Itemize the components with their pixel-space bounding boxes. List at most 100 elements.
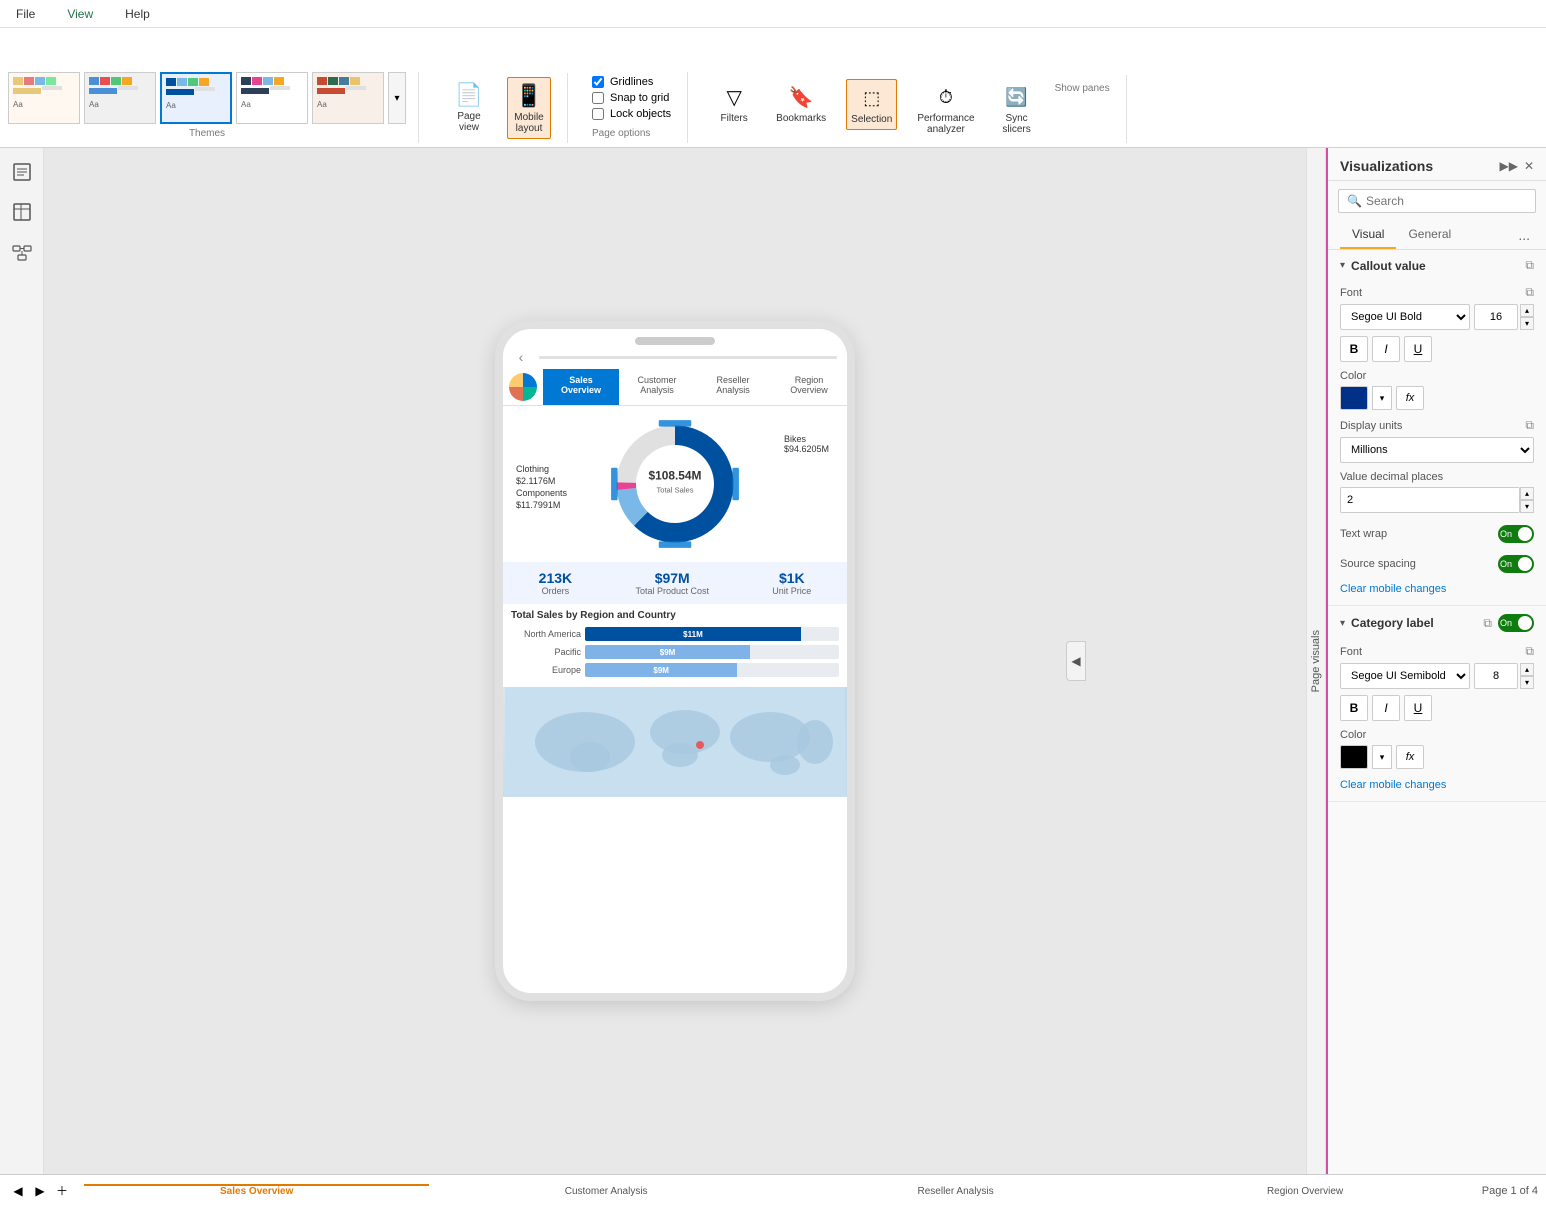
bold-btn-2[interactable]: B [1340,695,1368,721]
gridlines-checkbox[interactable]: Gridlines [592,76,671,88]
bottom-tab-bar: ◀ ▶ ＋ Sales Overview Customer Analysis R… [0,1174,1546,1206]
font-copy-icon-2[interactable]: ⧉ [1525,644,1534,659]
nav-tab-sales[interactable]: SalesOverview [543,369,619,405]
color-swatch-1[interactable] [1340,386,1368,410]
page-view-btn[interactable]: 📄 Page view [447,77,491,137]
italic-btn-2[interactable]: I [1372,695,1400,721]
sidebar-model-icon[interactable] [6,236,38,268]
color-swatch-2[interactable] [1340,745,1368,769]
map-area [503,687,847,797]
fx-btn-2[interactable]: fx [1396,745,1424,769]
performance-btn[interactable]: ⏱ Performance analyzer [913,79,978,139]
color-dropdown-1[interactable]: ▾ [1372,386,1392,410]
search-input[interactable] [1366,194,1527,208]
category-label-toggle[interactable]: On [1498,614,1534,632]
bottom-tab-region[interactable]: Region Overview [1132,1184,1477,1197]
bar-value-eur: $9M [653,666,669,675]
font-family-select-2[interactable]: Segoe UI Semibold [1340,663,1470,689]
category-copy-icon[interactable]: ⧉ [1483,616,1492,631]
sidebar-report-icon[interactable] [6,156,38,188]
menu-file[interactable]: File [8,3,43,25]
lock-objects-checkbox[interactable]: Lock objects [592,108,671,120]
sync-slicers-btn[interactable]: 🔄 Sync slicers [995,79,1039,139]
decimal-input[interactable] [1340,487,1520,513]
donut-legend-right: Bikes $94.6205M [784,434,829,454]
font-copy-icon-1[interactable]: ⧉ [1525,285,1534,300]
fx-btn-1[interactable]: fx [1396,386,1424,410]
search-box[interactable]: 🔍 [1338,189,1536,213]
bottom-tab-reseller[interactable]: Reseller Analysis [783,1184,1128,1197]
page-visuals-tab[interactable]: Page visuals [1306,148,1326,1174]
themes-more-btn[interactable]: ▾ [388,72,406,124]
bottom-tab-customer[interactable]: Customer Analysis [433,1184,778,1197]
menu-view[interactable]: View [59,3,101,25]
performance-label: Performance analyzer [917,113,974,135]
bookmarks-btn[interactable]: 🔖 Bookmarks [772,79,830,128]
bold-btn-1[interactable]: B [1340,336,1368,362]
sidebar-table-icon[interactable] [6,196,38,228]
mobile-layout-label: Mobile layout [514,112,543,134]
collapse-panel-btn[interactable]: ◀ [1066,641,1086,681]
category-toggle-knob [1518,616,1532,630]
decimal-up[interactable]: ▴ [1520,487,1534,500]
bar-item-pac: Pacific $9M [511,645,839,659]
display-units-copy[interactable]: ⧉ [1525,418,1534,433]
font-size-input-2[interactable] [1474,663,1518,689]
size-down-1[interactable]: ▾ [1520,317,1534,330]
callout-copy-icon[interactable]: ⧉ [1525,258,1534,273]
lock-input[interactable] [592,108,604,120]
font-family-select-1[interactable]: Segoe UI Bold [1340,304,1470,330]
theme-1[interactable]: Aa [8,72,80,124]
panel-expand-icon[interactable]: ▶▶ [1499,159,1517,173]
selection-btn[interactable]: ⬚ Selection [846,79,897,130]
italic-btn-1[interactable]: I [1372,336,1400,362]
theme-2[interactable]: Aa [84,72,156,124]
page-prev-btn[interactable]: ◀ [8,1181,28,1201]
snap-to-grid-checkbox[interactable]: Snap to grid [592,92,671,104]
decimal-down[interactable]: ▾ [1520,500,1534,513]
panel-close-btn[interactable]: ✕ [1524,159,1534,173]
legend-components-value: $11.7991M [516,500,567,510]
color-field-label-2: Color [1340,729,1366,741]
size-down-2[interactable]: ▾ [1520,676,1534,689]
legend-bikes-value: $94.6205M [784,444,829,454]
kpi-cost-label: Total Product Cost [635,586,709,596]
nav-tab-reseller[interactable]: ResellerAnalysis [695,369,771,405]
size-up-1[interactable]: ▴ [1520,304,1534,317]
tab-general[interactable]: General [1396,221,1463,249]
gridlines-input[interactable] [592,76,604,88]
clear-mobile-link-2[interactable]: Clear mobile changes [1340,777,1534,793]
underline-btn-2[interactable]: U [1404,695,1432,721]
underline-btn-1[interactable]: U [1404,336,1432,362]
bottom-tab-sales[interactable]: Sales Overview [84,1184,429,1197]
gridlines-label: Gridlines [610,76,653,88]
tab-visual[interactable]: Visual [1340,221,1396,249]
text-wrap-toggle[interactable]: On [1498,525,1534,543]
menu-help[interactable]: Help [117,3,158,25]
nav-tab-customer[interactable]: CustomerAnalysis [619,369,695,405]
color-label-row-1: Color [1340,370,1534,382]
page-add-btn[interactable]: ＋ [52,1181,72,1201]
snap-input[interactable] [592,92,604,104]
nav-back-btn[interactable]: ‹ [509,349,533,365]
display-units-select[interactable]: Millions [1340,437,1534,463]
page-visuals-label: Page visuals [1310,630,1322,692]
clear-mobile-link-1[interactable]: Clear mobile changes [1340,581,1534,597]
theme-5[interactable]: Aa [312,72,384,124]
themes-group-label: Themes [189,128,225,139]
category-label-header[interactable]: ▾ Category label ⧉ On [1328,606,1546,640]
nav-tab-region[interactable]: RegionOverview [771,369,847,405]
callout-value-header[interactable]: ▾ Callout value ⧉ [1328,250,1546,281]
font-size-input-1[interactable] [1474,304,1518,330]
mobile-layout-btn[interactable]: 📱 Mobile layout [507,77,551,139]
theme-3[interactable]: Aa [160,72,232,124]
panel-tab-more[interactable]: ... [1514,221,1534,249]
source-spacing-toggle[interactable]: On [1498,555,1534,573]
phone-mockup: ‹ SalesOverview CustomerAnalysis Reselle… [495,321,855,1001]
page-options-group: Gridlines Snap to grid Lock objects Page… [576,72,688,143]
theme-4[interactable]: Aa [236,72,308,124]
color-dropdown-2[interactable]: ▾ [1372,745,1392,769]
size-up-2[interactable]: ▴ [1520,663,1534,676]
filters-btn[interactable]: ▽ Filters [712,79,756,128]
page-next-btn[interactable]: ▶ [30,1181,50,1201]
